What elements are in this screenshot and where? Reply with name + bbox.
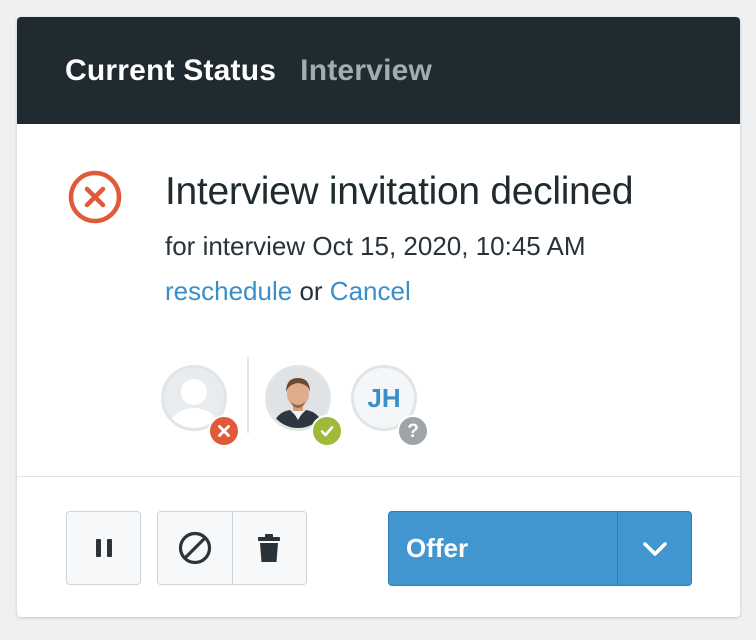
block-button[interactable] (158, 512, 232, 584)
avatar-initials-text: JH (367, 382, 401, 413)
status-subtitle: for interview Oct 15, 2020, 10:45 AM (165, 231, 586, 261)
status-actions: reschedule or Cancel (165, 276, 411, 307)
header-subtitle: Interview (300, 53, 433, 87)
status-card: Current Status Interview Interview invit… (17, 17, 740, 617)
question-icon: ? (407, 420, 419, 442)
secondary-actions (157, 511, 307, 585)
action-bar: Offer (17, 477, 740, 617)
x-icon (218, 425, 230, 437)
header-title: Current Status (65, 53, 277, 87)
offer-button[interactable]: Offer (389, 512, 617, 585)
declined-badge (208, 415, 240, 447)
check-icon (320, 426, 334, 437)
offer-split-button: Offer (388, 511, 692, 586)
status-title: Interview invitation declined (165, 170, 634, 213)
offer-dropdown-toggle[interactable] (617, 512, 691, 585)
error-circle-icon (68, 170, 122, 224)
delete-button[interactable] (231, 512, 306, 584)
unknown-badge: ? (397, 415, 429, 447)
card-header: Current Status Interview (17, 17, 740, 124)
status-section: Interview invitation declined for interv… (17, 124, 740, 477)
trash-icon (258, 534, 281, 562)
cancel-link[interactable]: Cancel (330, 276, 411, 306)
block-icon (178, 531, 211, 565)
chevron-down-icon (642, 541, 667, 556)
avatar-divider (247, 357, 249, 433)
reschedule-link[interactable]: reschedule (165, 276, 292, 306)
accepted-badge (311, 415, 343, 447)
participants: JH ? (161, 357, 461, 447)
pause-button[interactable] (66, 511, 141, 585)
or-text: or (299, 276, 323, 306)
pause-icon (95, 539, 112, 557)
